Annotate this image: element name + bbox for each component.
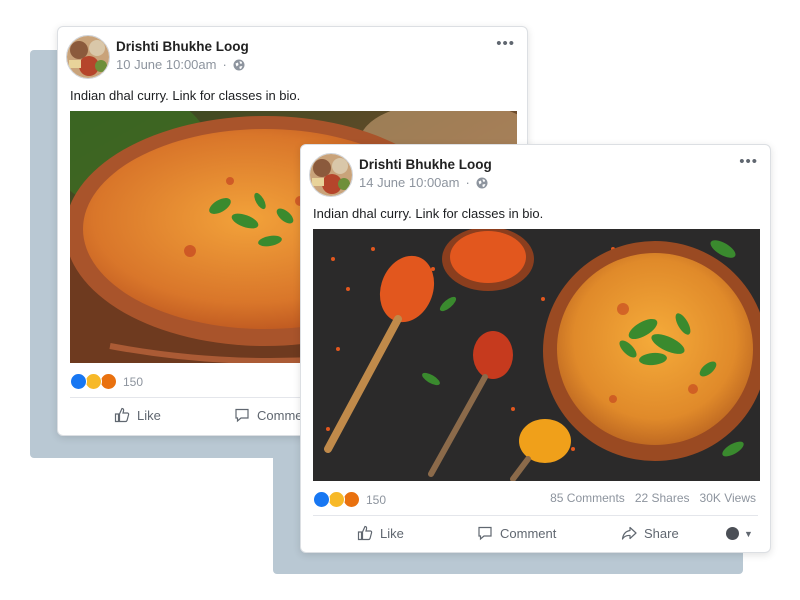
author-name[interactable]: Drishti Bhukhe Loog: [116, 39, 249, 54]
views-count: 30K Views: [699, 491, 756, 505]
like-reaction-icon: [70, 373, 87, 390]
share-arrow-icon: [621, 526, 637, 540]
chevron-down-icon: ▼: [744, 528, 753, 539]
thumbs-up-icon: [114, 407, 130, 423]
globe-icon: [476, 177, 488, 188]
post-photo-dhal-spices[interactable]: [313, 229, 760, 481]
like-reaction-icon: [313, 491, 330, 508]
comment-bubble-icon: [478, 526, 492, 541]
comment-button[interactable]: Comme: [234, 407, 303, 423]
post-header: Drishti Bhukhe Loog 14 June 10:00am · ••…: [309, 153, 758, 199]
post-stats: 85 Comments 22 Shares 30K Views: [550, 491, 756, 505]
reaction-summary[interactable]: 150: [313, 491, 386, 508]
like-button[interactable]: Like: [357, 525, 404, 541]
post-caption: Indian dhal curry. Link for classes in b…: [70, 88, 301, 103]
avatar[interactable]: [309, 153, 353, 197]
post-meta: 14 June 10:00am ·: [359, 175, 488, 190]
post-date[interactable]: 10 June 10:00am: [116, 57, 216, 72]
author-name[interactable]: Drishti Bhukhe Loog: [359, 157, 492, 172]
reaction-count: 150: [123, 374, 144, 389]
comment-label: Comme: [257, 407, 303, 423]
comment-label: Comment: [500, 525, 557, 541]
angry-reaction-icon: [100, 373, 117, 390]
like-label: Like: [380, 525, 404, 541]
like-label: Like: [137, 407, 161, 423]
angry-reaction-icon: [343, 491, 360, 508]
more-options-icon[interactable]: •••: [496, 35, 515, 52]
haha-reaction-icon: [328, 491, 345, 508]
share-button[interactable]: Share: [621, 525, 679, 541]
reaction-count: 150: [366, 492, 387, 507]
share-label: Share: [644, 525, 679, 541]
meta-separator: ·: [222, 57, 227, 72]
post-card-front: Drishti Bhukhe Loog 14 June 10:00am · ••…: [300, 144, 771, 553]
comments-count[interactable]: 85 Comments: [550, 491, 625, 505]
globe-icon: [233, 59, 245, 70]
reaction-summary[interactable]: 150: [70, 373, 143, 390]
like-button[interactable]: Like: [114, 407, 161, 423]
more-options-icon[interactable]: •••: [739, 153, 758, 170]
shares-count[interactable]: 22 Shares: [635, 491, 690, 505]
comment-button[interactable]: Comment: [477, 525, 556, 541]
audience-selector[interactable]: ▼: [726, 527, 753, 540]
post-meta: 10 June 10:00am ·: [116, 57, 245, 72]
meta-separator: ·: [465, 175, 470, 190]
comment-bubble-icon: [235, 408, 249, 423]
post-header: Drishti Bhukhe Loog 10 June 10:00am · ••…: [66, 35, 515, 81]
thumbs-up-icon: [357, 525, 373, 541]
post-date[interactable]: 14 June 10:00am: [359, 175, 459, 190]
haha-reaction-icon: [85, 373, 102, 390]
avatar[interactable]: [66, 35, 110, 79]
action-divider: [313, 515, 758, 516]
profile-dot-icon: [726, 527, 739, 540]
post-caption: Indian dhal curry. Link for classes in b…: [313, 206, 544, 221]
